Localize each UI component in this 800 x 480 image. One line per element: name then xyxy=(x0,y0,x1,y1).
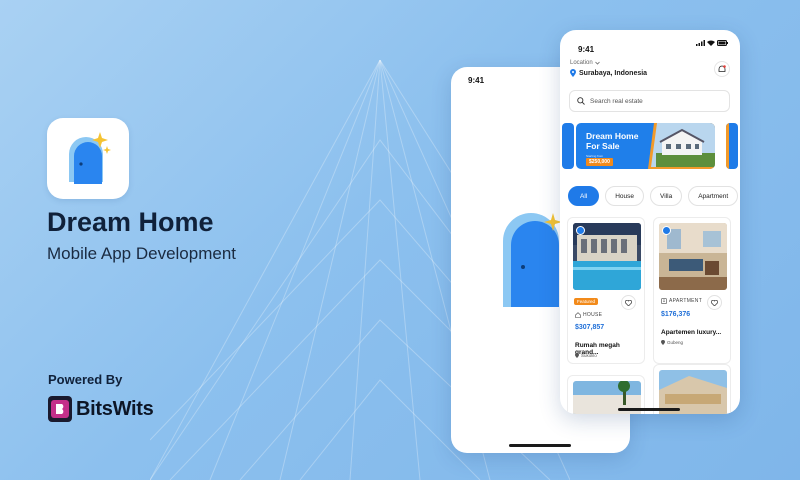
splash-door-icon xyxy=(503,213,562,307)
house-icon xyxy=(575,312,581,318)
home-indicator xyxy=(509,444,571,447)
property-photo xyxy=(573,223,641,290)
property-type: HOUSE xyxy=(575,312,602,318)
bitswits-logo-icon xyxy=(48,396,72,422)
heart-icon xyxy=(711,299,718,306)
verified-icon xyxy=(662,226,671,235)
chip-house[interactable]: House xyxy=(605,186,645,206)
chevron-down-icon xyxy=(594,61,600,65)
banner-card[interactable]: Dream Home For Sale Starting from $250,0… xyxy=(576,123,715,169)
door-icon xyxy=(69,132,111,184)
property-card[interactable]: Featured HOUSE $307,857 Rumah megah gran… xyxy=(567,217,645,364)
property-type: APARTMENT xyxy=(661,298,702,304)
powered-by-label: Powered By xyxy=(48,372,123,387)
banner-house-image xyxy=(648,123,715,169)
search-input[interactable]: Search real estate xyxy=(569,90,730,112)
status-icons xyxy=(696,40,728,46)
status-time: 9:41 xyxy=(578,45,595,54)
category-chips: All House Villa Apartment xyxy=(568,186,739,206)
property-photo xyxy=(659,223,727,290)
location-label[interactable]: Location xyxy=(570,60,600,66)
brand-name: BitsWits xyxy=(76,397,154,420)
wifi-icon xyxy=(707,40,715,46)
chip-apartment[interactable]: Apartment xyxy=(688,186,739,206)
verified-icon xyxy=(576,226,585,235)
heart-icon xyxy=(625,299,632,306)
property-price: $176,376 xyxy=(661,311,691,318)
location-pin-icon xyxy=(661,340,665,345)
page-subtitle: Mobile App Development xyxy=(47,244,237,263)
banner-price: $250,000 xyxy=(586,158,613,166)
search-icon xyxy=(577,97,585,105)
brand: BitsWits xyxy=(48,396,154,422)
chip-all[interactable]: All xyxy=(568,186,600,206)
chip-villa[interactable]: Villa xyxy=(650,186,683,206)
location-pin-icon xyxy=(570,69,576,77)
property-card[interactable] xyxy=(653,364,731,414)
home-indicator xyxy=(618,408,680,411)
favorite-button[interactable] xyxy=(621,295,636,310)
property-name: Apartemen luxury... xyxy=(661,329,722,336)
property-place: Sukolilo xyxy=(575,353,597,358)
home-phone: 9:41 Location Surabaya, Indonesia Search… xyxy=(560,30,740,414)
signal-icon xyxy=(696,40,705,46)
property-place: Gubeng xyxy=(661,340,683,345)
favorite-button[interactable] xyxy=(707,295,722,310)
property-card[interactable]: APARTMENT $176,376 Apartemen luxury... G… xyxy=(653,217,731,364)
banner-next-peek[interactable] xyxy=(726,123,738,169)
app-icon xyxy=(47,118,129,199)
apartment-icon xyxy=(661,298,667,304)
banner-prev-peek[interactable] xyxy=(562,123,574,169)
status-bar: 9:41 xyxy=(578,39,728,54)
notification-button[interactable] xyxy=(714,61,730,77)
featured-badge: Featured xyxy=(574,298,599,305)
battery-icon xyxy=(717,40,728,46)
search-placeholder: Search real estate xyxy=(590,97,643,105)
bell-icon xyxy=(718,64,726,72)
banner-carousel[interactable]: Dream Home For Sale Starting from $250,0… xyxy=(560,123,740,169)
page-title: Dream Home xyxy=(47,207,214,237)
banner-title: Dream Home For Sale xyxy=(586,131,639,151)
property-price: $307,857 xyxy=(575,324,605,331)
location-pin-icon xyxy=(575,353,579,358)
status-time: 9:41 xyxy=(468,76,485,85)
location-value[interactable]: Surabaya, Indonesia xyxy=(570,69,647,77)
